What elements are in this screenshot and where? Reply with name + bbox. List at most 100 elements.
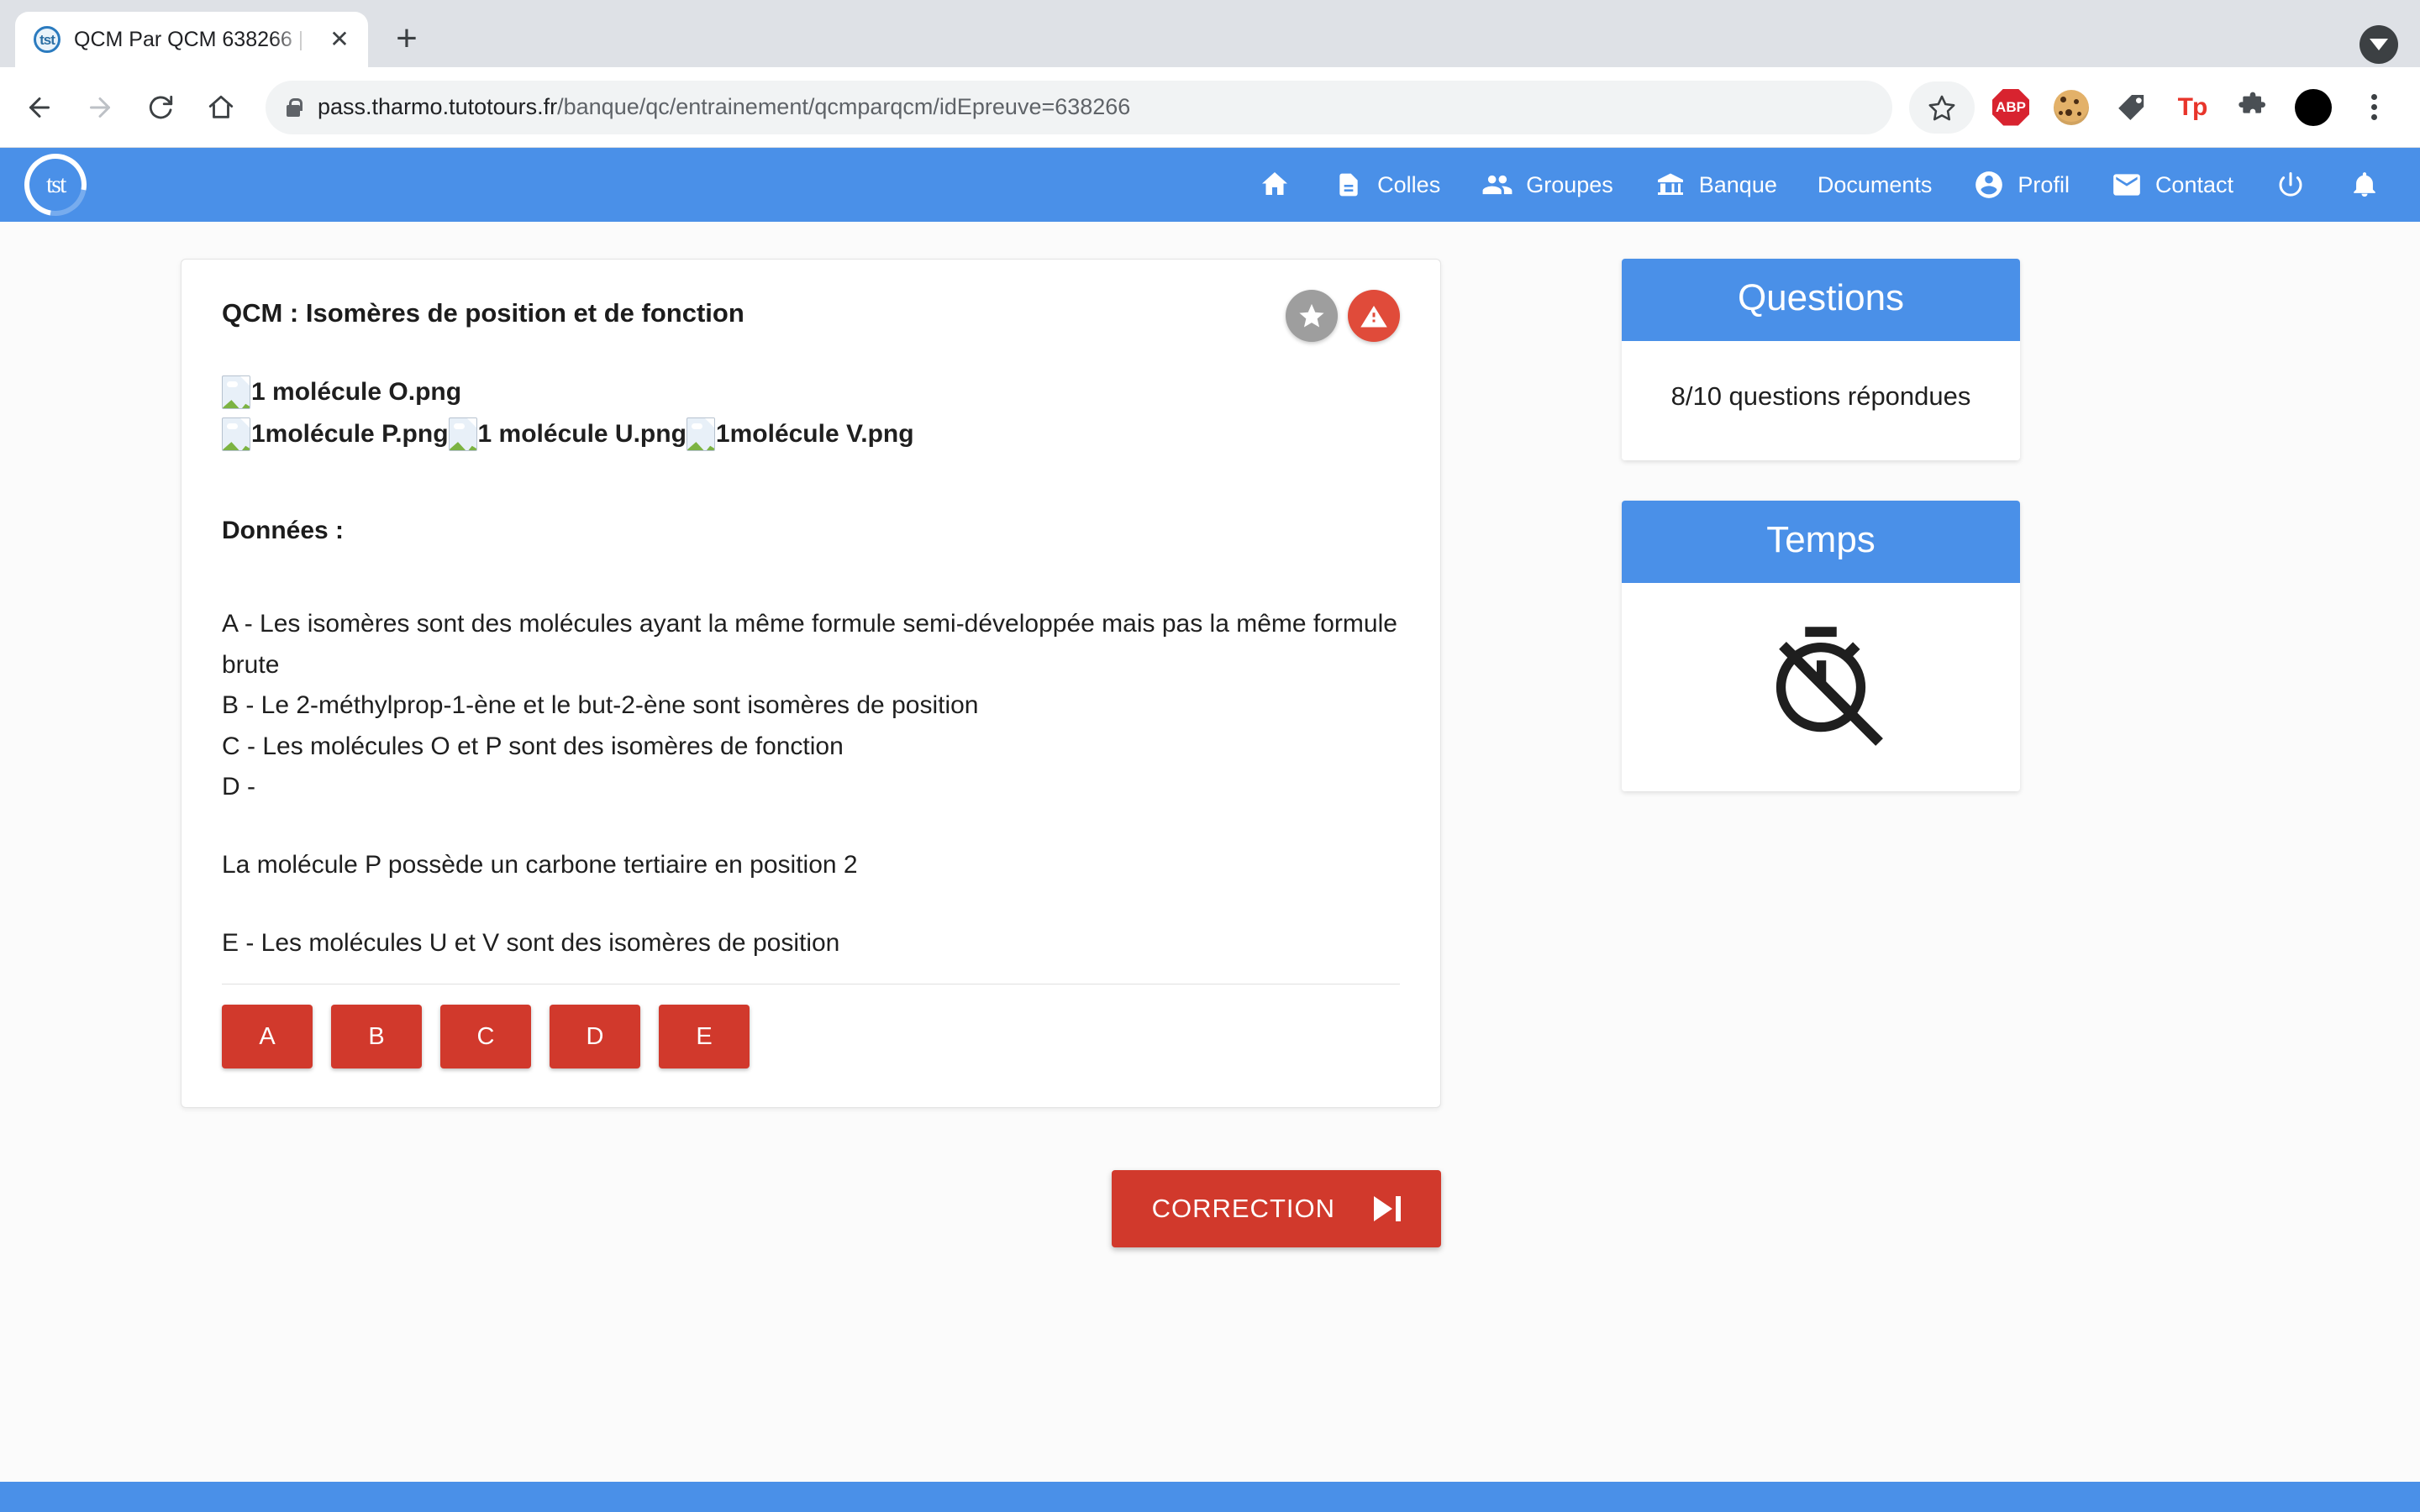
nav-logout[interactable] — [2254, 148, 2328, 222]
correction-button[interactable]: CORRECTION — [1111, 1170, 1441, 1248]
site-logo[interactable]: tst — [12, 148, 99, 228]
broken-image-alt: 1molécule P.png — [251, 420, 449, 449]
nav-home[interactable] — [1238, 148, 1312, 222]
star-icon — [1928, 95, 1955, 120]
option-b: B - Le 2-méthylprop-1-ène et le but-2-èn… — [222, 691, 979, 720]
chevron-down-icon — [2370, 39, 2388, 50]
correction-inner: CORRECTION — [181, 1170, 1441, 1248]
address-bar[interactable]: pass.tharmo.tutotours.fr/banque/qc/entra… — [266, 80, 1892, 134]
question-images: 1 molécule O.png 1molécule P.png 1 molécu… — [222, 375, 1400, 451]
puzzle-extensions-icon[interactable] — [2228, 83, 2277, 132]
report-button[interactable] — [1348, 290, 1400, 342]
questions-panel-title: Questions — [1622, 259, 2020, 341]
chrome-menu-icon[interactable] — [2349, 83, 2398, 132]
answer-button-a[interactable]: A — [222, 1005, 313, 1069]
price-tag-icon[interactable] — [2107, 83, 2156, 132]
nav-profil[interactable]: Profil — [1952, 148, 2090, 222]
broken-image-alt: 1 molécule O.png — [251, 378, 462, 407]
temps-panel-body — [1622, 583, 2020, 792]
bookmark-button[interactable] — [1909, 81, 1975, 134]
correction-label: CORRECTION — [1151, 1194, 1335, 1224]
new-tab-button[interactable]: + — [380, 12, 434, 66]
nav-contact-label: Contact — [2154, 171, 2233, 197]
back-button[interactable] — [12, 80, 67, 135]
temps-panel-title: Temps — [1622, 501, 2020, 584]
tab-favicon: tst — [34, 26, 60, 53]
nav-colles-label: Colles — [1377, 171, 1441, 197]
donnees-label: Données : — [222, 517, 345, 544]
question-actions — [1286, 290, 1400, 342]
broken-image-icon — [448, 417, 477, 451]
browser-tab[interactable]: tst QCM Par QCM 638266 | tHarm ✕ — [15, 12, 368, 67]
answer-button-b[interactable]: B — [331, 1005, 422, 1069]
cookie-icon[interactable] — [2047, 83, 2096, 132]
nav-banque-label: Banque — [1698, 171, 1777, 197]
broken-image-v: 1molécule V.png — [686, 417, 914, 451]
broken-image-u: 1 molécule U.png — [448, 417, 687, 451]
temps-panel: Temps — [1622, 501, 2020, 792]
option-e: E - Les molécules U et V sont des isomèr… — [222, 928, 840, 957]
tp-extension-icon[interactable]: Tp — [2168, 83, 2217, 132]
option-d-continuation: La molécule P possède un carbone tertiai… — [222, 850, 858, 879]
nav-banque[interactable]: Banque — [1634, 148, 1797, 222]
url-host: pass.tharmo.tutotours.fr — [318, 94, 558, 119]
account-circle-icon — [1972, 168, 2006, 202]
cookie-glyph — [2054, 89, 2089, 125]
correction-area: CORRECTION — [0, 1170, 1622, 1248]
home-button[interactable] — [193, 80, 249, 135]
document-icon — [1332, 168, 1365, 202]
avatar-circle — [2295, 88, 2332, 126]
broken-image-alt: 1molécule V.png — [715, 420, 914, 449]
nav-documents[interactable]: Documents — [1797, 148, 1953, 222]
page-footer — [0, 1482, 2420, 1512]
broken-image-alt: 1 molécule U.png — [477, 420, 687, 449]
url-text: pass.tharmo.tutotours.fr/banque/qc/entra… — [318, 94, 1130, 120]
tab-close-icon[interactable]: ✕ — [323, 23, 356, 56]
mail-icon — [2110, 168, 2144, 202]
browser-toolbar: pass.tharmo.tutotours.fr/banque/qc/entra… — [0, 67, 2420, 148]
logo-text: tst — [45, 171, 66, 199]
people-icon — [1481, 168, 1514, 202]
nav-items: Colles Groupes Banque Documents Profil C… — [92, 148, 2402, 222]
questions-panel-body: 8/10 questions répondues — [1622, 341, 2020, 461]
nav-groupes-label: Groupes — [1526, 171, 1613, 197]
forward-button[interactable] — [72, 80, 128, 135]
broken-image-p: 1molécule P.png — [222, 417, 449, 451]
url-path: /banque/qc/entrainement/qcmparqcm/idEpre… — [557, 94, 1131, 119]
answer-button-e[interactable]: E — [659, 1005, 750, 1069]
nav-colles[interactable]: Colles — [1312, 148, 1460, 222]
warning-icon — [1360, 306, 1387, 328]
page-title: QCM : Isomères de position et de fonctio… — [222, 298, 744, 328]
nav-contact[interactable]: Contact — [2090, 148, 2254, 222]
site-navbar: tst Colles Groupes Banque Documents Prof… — [0, 148, 2420, 228]
tab-search-button[interactable] — [2360, 25, 2398, 64]
adblock-plus-label: ABP — [1992, 88, 2029, 126]
nav-groupes[interactable]: Groupes — [1460, 148, 1634, 222]
logo-circle: tst — [12, 148, 99, 228]
main-column: QCM : Isomères de position et de fonctio… — [0, 240, 1622, 1109]
favorite-button[interactable] — [1286, 290, 1338, 342]
page-viewport: tst Colles Groupes Banque Documents Prof… — [0, 148, 2420, 1512]
reload-button[interactable] — [133, 80, 188, 135]
page-content: QCM : Isomères de position et de fonctio… — [0, 222, 2420, 1109]
profile-avatar[interactable] — [2289, 83, 2338, 132]
question-header: QCM : Isomères de position et de fonctio… — [222, 290, 1400, 342]
option-c: C - Les molécules O et P sont des isomèr… — [222, 732, 844, 760]
questions-panel: Questions 8/10 questions répondues — [1622, 259, 2020, 461]
home-icon — [1258, 168, 1292, 202]
star-icon — [1299, 303, 1324, 328]
adblock-plus-icon[interactable]: ABP — [1986, 83, 2035, 132]
question-card: QCM : Isomères de position et de fonctio… — [181, 259, 1441, 1109]
broken-image-icon — [222, 375, 250, 409]
option-a: A - Les isomères sont des molécules ayan… — [222, 610, 1397, 679]
option-d: D - — [222, 773, 255, 801]
kebab-glyph — [2370, 94, 2377, 120]
browser-window: tst QCM Par QCM 638266 | tHarm ✕ + pass.… — [0, 0, 2420, 1512]
nav-notifications[interactable] — [2328, 148, 2402, 222]
bell-icon — [2348, 168, 2381, 202]
bank-icon — [1654, 168, 1687, 202]
answer-button-d[interactable]: D — [550, 1005, 640, 1069]
tab-favicon-label: tst — [39, 31, 55, 48]
answer-button-c[interactable]: C — [440, 1005, 531, 1069]
power-icon — [2274, 168, 2307, 202]
